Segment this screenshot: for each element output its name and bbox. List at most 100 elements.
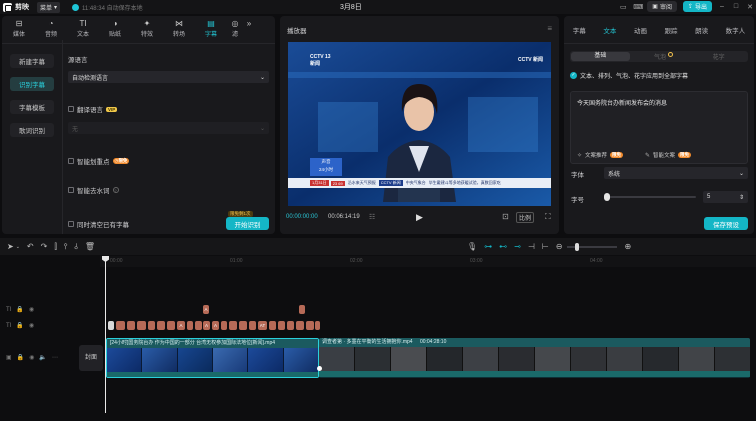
size-slider[interactable] [606,196,696,198]
subtitle-chip[interactable]: AT [258,321,267,330]
align-icon[interactable]: ⊢ [542,242,549,251]
subtitle-chip[interactable] [127,321,135,330]
subtitle-chip[interactable] [296,321,304,330]
smart-highlight-checkbox[interactable] [68,158,74,164]
subtitle-chip[interactable] [315,321,320,330]
subtitle-chip[interactable] [249,321,256,330]
auto-snap-icon[interactable]: ⊷ [499,242,507,251]
subtitle-chip[interactable] [167,321,175,330]
subtitle-chip[interactable] [229,321,237,330]
delete-icon[interactable]: 🗑 [85,242,95,251]
subtitle-chip[interactable] [137,321,146,330]
subtitle-chip[interactable]: A [212,321,219,330]
rtab-digital-human[interactable]: 数字人 [726,25,746,35]
tab-subtitle[interactable]: ▤ 字幕 [196,19,226,38]
target-language-select[interactable]: 无 ⌄ [68,122,269,134]
tabs-more-button[interactable]: » [244,19,254,28]
fit-screen-icon[interactable]: ⊡ [502,212,509,221]
smart-watermark-checkbox[interactable] [68,187,74,193]
subtitle-chip[interactable] [221,321,227,330]
maximize-icon[interactable]: □ [732,3,740,10]
timeline-ruler[interactable]: 00:00 01:00 02:00 03:00 04:00 [100,256,756,267]
recognize-subtitle-button[interactable]: 识别字幕 [10,77,54,91]
clear-existing-checkbox[interactable] [68,221,74,227]
zoom-slider[interactable] [566,242,617,251]
project-title[interactable]: 3月8日 [340,2,362,12]
undo-icon[interactable]: ↶ [27,242,34,251]
video-clip-2[interactable]: 调查者第 · 多墨在平衡的生活拥抱你.mp4 00:04:28:10 [319,338,750,378]
seg-basic[interactable]: 基础 [571,52,630,61]
split-right-icon[interactable]: ⫰ [74,242,77,252]
speaker-icon[interactable]: 🔈 [39,354,46,361]
rtab-animation[interactable]: 动画 [634,25,647,35]
fullscreen-icon[interactable]: ⛶ [545,212,551,222]
minimize-icon[interactable]: – [718,3,726,10]
subtitle-text-input[interactable]: 今天国务院台办新闻发布会的消息 ✧ 文案推荐 限免 ✎ 智能文案 限免 [570,91,748,164]
split-icon[interactable]: ⫿ [54,242,57,252]
seg-bubble[interactable]: 气泡 [631,52,690,61]
tab-transition[interactable]: ⋈ 转场 [164,19,194,38]
more-icon[interactable]: ⋯ [52,354,58,361]
subtitle-chip[interactable] [195,321,202,330]
preview-axis-icon[interactable]: ⊣ [528,242,535,251]
playhead-line[interactable] [105,258,106,413]
copy-recommend-button[interactable]: ✧ 文案推荐 限免 [577,151,624,159]
subtitle-template-button[interactable]: 字幕模板 [10,100,54,114]
save-preset-button[interactable]: 保存预设 [704,217,748,230]
tab-sticker[interactable]: ◑ 贴纸 [100,19,130,38]
export-button[interactable]: ⇪ 导出 [682,1,712,12]
lock-icon[interactable]: 🔒 [16,306,23,313]
rtab-tracking[interactable]: 跟踪 [665,25,678,35]
main-track-magnet-icon[interactable]: ⊶ [484,242,492,251]
size-slider-handle[interactable] [604,193,610,201]
font-select[interactable]: 系统 ⌄ [604,167,748,179]
play-icon[interactable]: ▶ [416,212,423,223]
eye-icon[interactable]: ◉ [29,322,34,329]
rtab-read[interactable]: 朗读 [695,25,708,35]
menu-button[interactable]: 菜单 ▾ [37,1,61,13]
start-recognize-button[interactable]: 开始识别 [226,217,269,230]
lock-icon[interactable]: 🔒 [17,354,24,361]
zoom-out-icon[interactable]: ⊖ [556,242,563,251]
subtitle-chip[interactable] [287,321,294,330]
layout-icon[interactable]: ▭ [619,3,627,11]
rtab-text[interactable]: 文本 [603,25,616,35]
timecode-grid-icon[interactable]: ☷ [369,213,375,221]
shortcut-icon[interactable]: ⌨ [633,3,643,11]
linkage-icon[interactable]: ⊸ [514,242,521,251]
tab-audio[interactable]: ◔ 音频 [36,19,66,38]
subtitle-chip[interactable] [157,321,165,330]
translate-checkbox[interactable] [68,106,74,112]
tab-text[interactable]: TI 文本 [68,19,98,38]
help-icon[interactable]: ? [112,187,119,193]
source-language-select[interactable]: 自动检测语言 ⌄ [68,71,269,83]
close-icon[interactable]: ✕ [746,3,754,11]
smart-copy-button[interactable]: ✎ 智能文案 限免 [645,151,692,159]
chevron-down-icon[interactable]: ⌄ [16,244,20,250]
subtitle-chip[interactable] [306,321,314,330]
review-button[interactable]: ▣ 审阅 [647,1,677,12]
cover-button[interactable]: 封面 [79,345,103,371]
lyrics-recognize-button[interactable]: 歌词识别 [10,123,54,137]
subtitle-chip[interactable]: A [203,321,210,330]
eye-icon[interactable]: ◉ [29,306,34,313]
subtitle-chip[interactable] [299,305,305,314]
menu-icon[interactable]: ≡ [547,24,552,33]
subtitle-chip[interactable] [187,321,193,330]
subtitle-chip[interactable] [269,321,276,330]
zoom-handle[interactable] [574,242,579,251]
transition-marker-icon[interactable] [317,366,322,371]
apply-all-checkbox-icon[interactable]: ✓ [570,72,577,79]
new-subtitle-button[interactable]: 新建字幕 [10,54,54,68]
subtitle-chip[interactable] [108,321,114,330]
split-left-icon[interactable]: ⫯ [64,242,67,252]
size-stepper[interactable]: 5 ⇕ [703,191,748,203]
redo-icon[interactable]: ↷ [41,242,48,251]
tab-effects[interactable]: ✦ 特效 [132,19,162,38]
tab-filter[interactable]: ◎ 滤 [228,19,242,38]
lock-icon[interactable]: 🔒 [16,322,23,329]
video-clip-1[interactable]: [24小时]国务院台办 作为中国的一部分 台湾无权参加国际法地位[新闻].mp4 [106,338,319,378]
subtitle-chip[interactable] [116,321,125,330]
ratio-button[interactable]: 比例 [516,212,535,223]
subtitle-chip[interactable] [278,321,285,330]
